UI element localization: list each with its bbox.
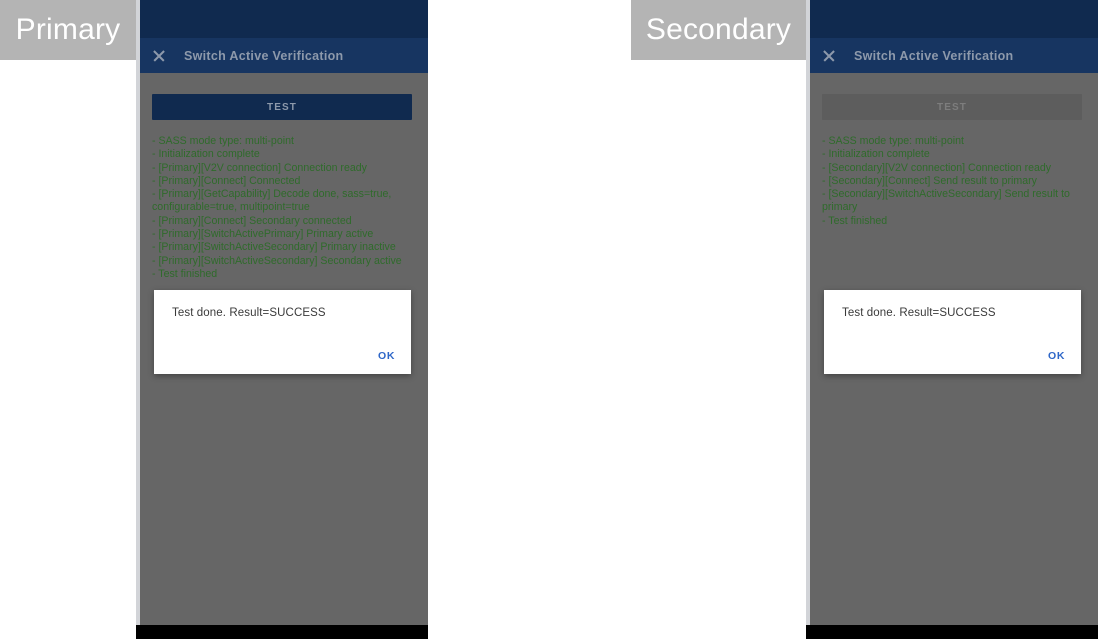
dialog-ok-button[interactable]: OK	[1048, 350, 1065, 362]
device-edge-strip	[806, 0, 810, 625]
annotation-label-primary: Primary	[0, 0, 136, 60]
content-area-secondary: TEST - SASS mode type: multi-point - Ini…	[806, 73, 1098, 625]
device-screenshot-secondary: Switch Active Verification TEST - SASS m…	[806, 0, 1098, 639]
log-output-secondary: - SASS mode type: multi-point - Initiali…	[822, 135, 1070, 227]
app-bar-primary: Switch Active Verification	[136, 38, 428, 73]
status-bar-primary	[136, 0, 428, 38]
test-button-primary[interactable]: TEST	[152, 94, 412, 120]
content-area-primary: TEST - SASS mode type: multi-point - Ini…	[136, 73, 428, 625]
result-dialog-secondary: Test done. Result=SUCCESS OK	[824, 290, 1081, 374]
app-bar-title: Switch Active Verification	[854, 48, 1014, 63]
status-bar-secondary	[806, 0, 1098, 38]
dialog-message: Test done. Result=SUCCESS	[842, 307, 996, 319]
dialog-message: Test done. Result=SUCCESS	[172, 307, 326, 319]
navigation-bar-primary	[136, 625, 428, 639]
close-icon[interactable]	[822, 49, 836, 63]
close-icon[interactable]	[152, 49, 166, 63]
annotation-label-secondary: Secondary	[631, 0, 806, 60]
log-output-primary: - SASS mode type: multi-point - Initiali…	[152, 135, 402, 280]
app-bar-secondary: Switch Active Verification	[806, 38, 1098, 73]
navigation-bar-secondary	[806, 625, 1098, 639]
app-bar-title: Switch Active Verification	[184, 48, 344, 63]
dialog-ok-button[interactable]: OK	[378, 350, 395, 362]
device-screenshot-primary: Switch Active Verification TEST - SASS m…	[136, 0, 428, 639]
device-edge-strip	[136, 0, 140, 625]
test-button-secondary[interactable]: TEST	[822, 94, 1082, 120]
result-dialog-primary: Test done. Result=SUCCESS OK	[154, 290, 411, 374]
